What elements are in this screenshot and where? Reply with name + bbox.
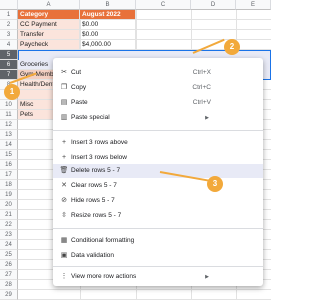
menu-item-delete-rows[interactable]: 🗑 Delete rows 5 - 7 (53, 164, 263, 178)
row-header-1[interactable]: 1 (0, 10, 18, 20)
menu-item-hide-rows[interactable]: ⊘ Hide rows 5 - 7 (53, 194, 263, 208)
menu-item-copy[interactable]: ❐ Copy Ctrl+C (53, 81, 263, 95)
cell-a2[interactable]: CC Payment (18, 20, 80, 30)
column-header-e[interactable]: E (236, 0, 271, 10)
cell-b3[interactable]: $0.00 (80, 30, 136, 40)
grid-row-line (18, 289, 271, 290)
row-header-2[interactable]: 2 (0, 20, 18, 30)
menu-item-insert-below[interactable]: + Insert 3 rows below (53, 151, 263, 165)
row-header-29[interactable]: 29 (0, 290, 18, 300)
row-header-21[interactable]: 21 (0, 210, 18, 220)
cell-a3[interactable]: Transfer (18, 30, 80, 40)
row-header-26[interactable]: 26 (0, 260, 18, 270)
row-header-11[interactable]: 11 (0, 110, 18, 120)
select-all-corner[interactable] (0, 0, 18, 10)
step-badge-1: 1 (4, 84, 20, 100)
menu-item-clear-rows[interactable]: ✕ Clear rows 5 - 7 (53, 179, 263, 193)
menu-item-data-validation[interactable]: ▣ Data validation (53, 249, 263, 263)
menu-item-paste-special[interactable]: ▥ Paste special ▶ (53, 111, 263, 125)
row-header-6[interactable]: 6 (0, 60, 18, 70)
menu-item-insert-above[interactable]: + Insert 3 rows above (53, 136, 263, 150)
row-header-19[interactable]: 19 (0, 190, 18, 200)
menu-divider (53, 130, 263, 131)
menu-item-more-row-actions[interactable]: ⋮ View more row actions ▶ (53, 270, 263, 284)
row-header-3[interactable]: 3 (0, 30, 18, 40)
row-header-24[interactable]: 24 (0, 240, 18, 250)
row-header-18[interactable]: 18 (0, 180, 18, 190)
menu-item-cut[interactable]: ✂ Cut Ctrl+X (53, 66, 263, 80)
step-badge-2: 2 (224, 39, 240, 55)
scissors-icon: ✂ (61, 69, 67, 76)
row-header-22[interactable]: 22 (0, 220, 18, 230)
menu-item-resize-rows[interactable]: ⇳ Resize rows 5 - 7 (53, 209, 263, 223)
column-header-b[interactable]: B (80, 0, 136, 10)
submenu-arrow-icon: ▶ (205, 274, 209, 280)
plus-icon: + (61, 139, 67, 146)
menu-divider (53, 266, 263, 267)
row-header-15[interactable]: 15 (0, 150, 18, 160)
menu-item-conditional-formatting[interactable]: ▦ Conditional formatting (53, 234, 263, 248)
resize-icon: ⇳ (61, 212, 67, 219)
copy-icon: ❐ (60, 84, 68, 91)
paint-roller-icon: ▦ (60, 237, 68, 244)
submenu-arrow-icon: ▶ (205, 115, 209, 121)
row-header-10[interactable]: 10 (0, 100, 18, 110)
row-header-13[interactable]: 13 (0, 130, 18, 140)
clipboard-special-icon: ▥ (60, 114, 68, 121)
eye-off-icon: ⊘ (61, 197, 67, 204)
cell-b1[interactable]: August 2022 (80, 10, 136, 20)
row-header-25[interactable]: 25 (0, 250, 18, 260)
row-header-5[interactable]: 5 (0, 50, 18, 60)
row-header-7[interactable]: 7 (0, 70, 18, 80)
menu-item-paste[interactable]: ▤ Paste Ctrl+V (53, 96, 263, 110)
trash-icon: 🗑 (59, 167, 69, 174)
column-header-a[interactable]: A (18, 0, 80, 10)
row-header-4[interactable]: 4 (0, 40, 18, 50)
cell-a1[interactable]: Category (18, 10, 80, 20)
more-vertical-icon: ⋮ (60, 273, 68, 280)
clipboard-icon: ▤ (60, 99, 68, 106)
row-header-17[interactable]: 17 (0, 170, 18, 180)
column-header-d[interactable]: D (191, 0, 236, 10)
row-header-27[interactable]: 27 (0, 270, 18, 280)
row-header-12[interactable]: 12 (0, 120, 18, 130)
row-header-14[interactable]: 14 (0, 140, 18, 150)
row-header-16[interactable]: 16 (0, 160, 18, 170)
step-badge-3: 3 (207, 176, 223, 192)
cell-b4[interactable]: $4,000.00 (80, 40, 136, 50)
column-header-c[interactable]: C (136, 0, 191, 10)
close-icon: ✕ (61, 182, 67, 189)
validation-icon: ▣ (60, 252, 68, 259)
row-context-menu: ✂ Cut Ctrl+X ❐ Copy Ctrl+C ▤ Paste Ctrl+… (53, 58, 263, 286)
cell-a4[interactable]: Paycheck (18, 40, 80, 50)
row-header-23[interactable]: 23 (0, 230, 18, 240)
row-header-20[interactable]: 20 (0, 200, 18, 210)
menu-divider (53, 228, 263, 229)
plus-icon: + (61, 154, 67, 161)
cell-b2[interactable]: $0.00 (80, 20, 136, 30)
row-header-28[interactable]: 28 (0, 280, 18, 290)
